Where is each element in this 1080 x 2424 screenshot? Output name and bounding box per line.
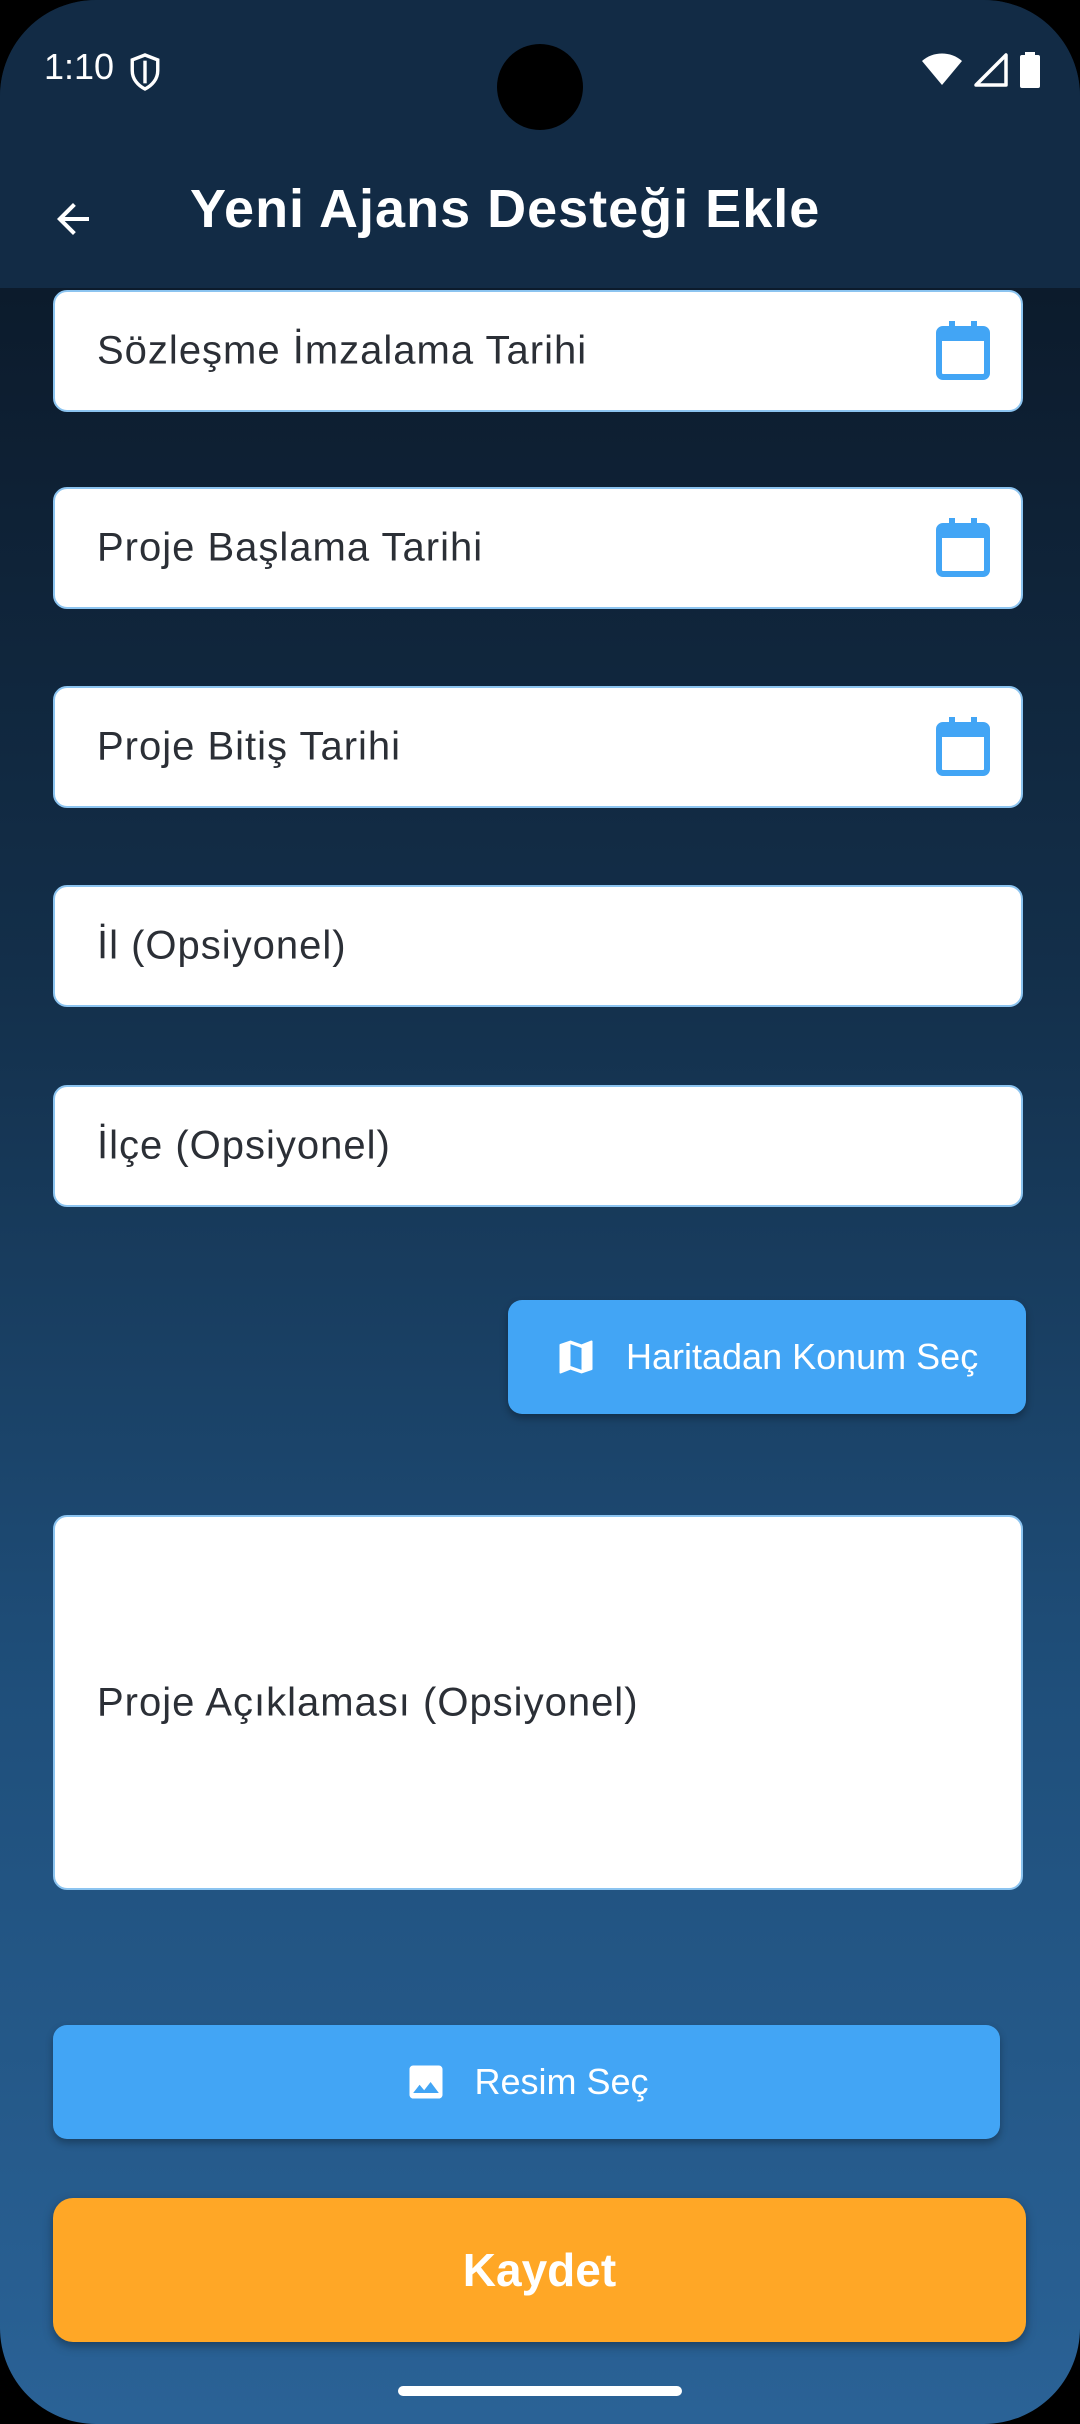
signal-icon (974, 53, 1008, 87)
project-start-date-label: Proje Başlama Tarihi (97, 525, 484, 570)
status-icons (922, 52, 1040, 88)
province-label: İl (Opsiyonel) (97, 923, 347, 968)
project-description-field[interactable]: Proje Açıklaması (Opsiyonel) (53, 1515, 1023, 1890)
district-label: İlçe (Opsiyonel) (97, 1123, 391, 1168)
camera-cutout (497, 44, 583, 130)
select-image-button[interactable]: Resim Seç (53, 2025, 1000, 2139)
calendar-icon[interactable] (935, 518, 991, 578)
status-time: 1:10 (44, 46, 115, 87)
calendar-icon[interactable] (935, 321, 991, 381)
project-end-date-label: Proje Bitiş Tarihi (97, 724, 402, 769)
wifi-icon (922, 53, 962, 85)
arrow-back-icon (57, 203, 89, 235)
project-start-date-field[interactable]: Proje Başlama Tarihi (53, 487, 1023, 609)
project-description-label: Proje Açıklaması (Opsiyonel) (97, 1680, 639, 1724)
home-indicator[interactable] (398, 2386, 682, 2396)
app-screen: 1:10 Yeni Ajans Desteği Ekle Sözleşme İm… (0, 0, 1080, 2424)
status-bar: 1:10 (0, 0, 1080, 140)
map-button-label: Haritadan Konum Seç (626, 1336, 979, 1377)
battery-icon (1020, 52, 1040, 88)
province-field[interactable]: İl (Opsiyonel) (53, 885, 1023, 1007)
page-title: Yeni Ajans Desteği Ekle (190, 179, 821, 239)
district-field[interactable]: İlçe (Opsiyonel) (53, 1085, 1023, 1207)
save-button[interactable]: Kaydet (53, 2198, 1026, 2342)
image-icon (409, 2065, 443, 2099)
back-button[interactable] (38, 184, 108, 254)
map-icon (559, 1340, 593, 1374)
app-bar: Yeni Ajans Desteği Ekle (0, 140, 1080, 288)
shield-icon (130, 53, 160, 91)
select-location-on-map-button[interactable]: Haritadan Konum Seç (508, 1300, 1026, 1414)
image-button-label: Resim Seç (474, 2061, 649, 2102)
project-end-date-field[interactable]: Proje Bitiş Tarihi (53, 686, 1023, 808)
contract-date-field[interactable]: Sözleşme İmzalama Tarihi (53, 290, 1023, 412)
save-button-label: Kaydet (462, 2244, 617, 2296)
calendar-icon[interactable] (935, 717, 991, 777)
contract-date-label: Sözleşme İmzalama Tarihi (97, 328, 588, 373)
